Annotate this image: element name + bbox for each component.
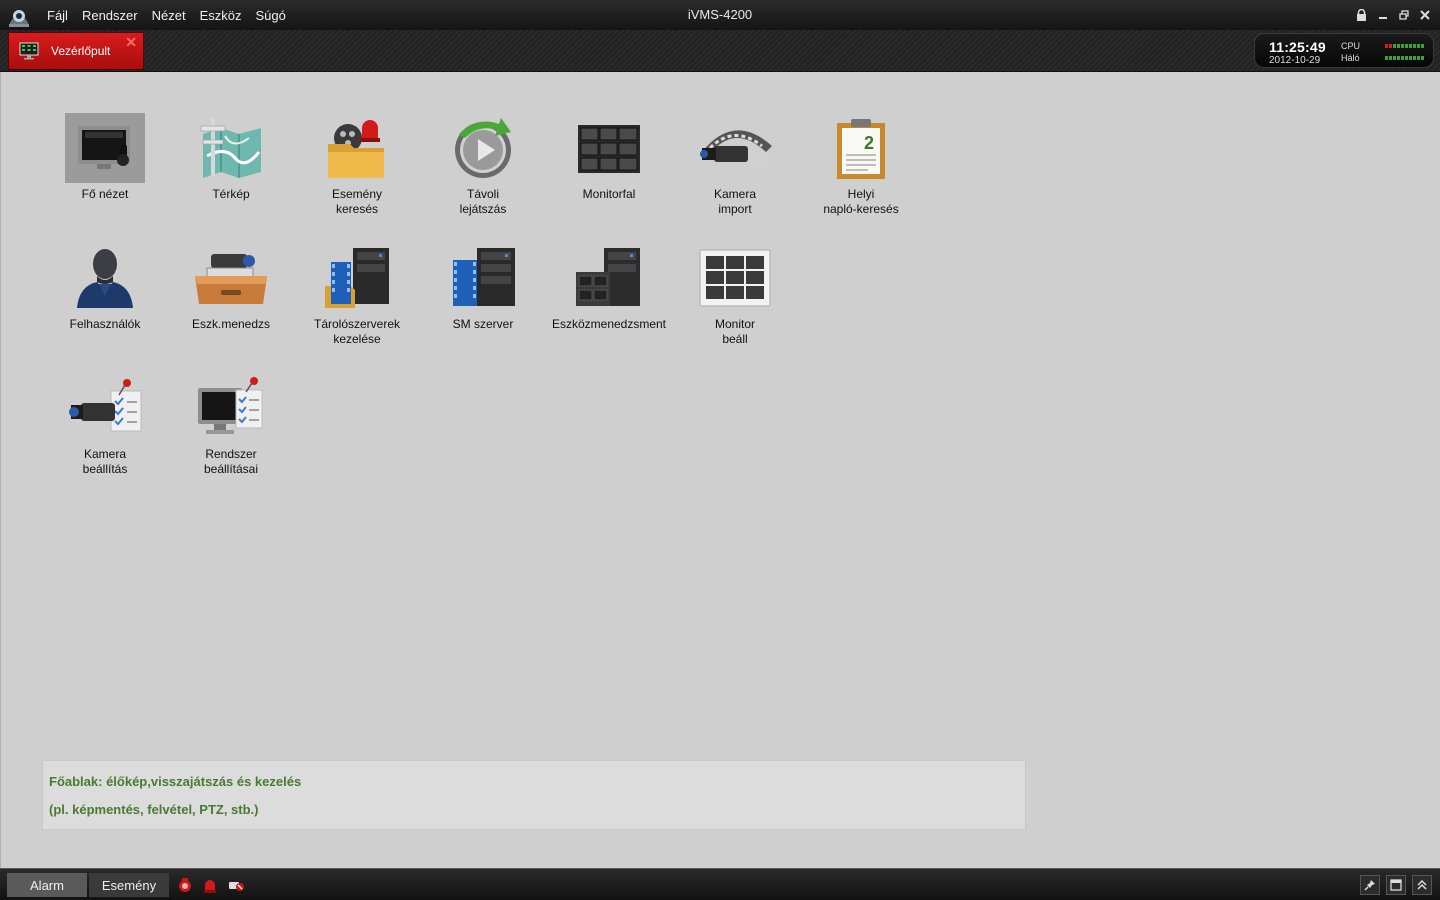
- tab-event[interactable]: Esemény: [89, 873, 169, 897]
- svg-text:2: 2: [864, 133, 874, 153]
- tile-storage-server[interactable]: Tárolószerverek kezelése: [294, 243, 420, 347]
- window-icon[interactable]: [1386, 875, 1406, 895]
- device-management-icon: [191, 243, 271, 313]
- tile-label: Távoli lejátszás: [459, 187, 507, 216]
- camera-import-icon: [695, 113, 775, 183]
- bottom-bar: Alarm Esemény: [0, 868, 1440, 900]
- tile-label: Fő nézet: [81, 187, 129, 201]
- tile-label: Rendszer beállításai: [203, 447, 259, 476]
- close-icon[interactable]: [1415, 5, 1434, 24]
- tile-label: Kamera beállítás: [82, 447, 128, 476]
- tile-event-search[interactable]: Esemény keresés: [294, 113, 420, 217]
- description-line-2: (pl. képmentés, felvétel, PTZ, stb.): [49, 802, 259, 817]
- menu-help[interactable]: Súgó: [248, 8, 292, 23]
- tile-system-settings[interactable]: Rendszer beállításai: [168, 373, 294, 477]
- sm-server-icon: [443, 243, 523, 313]
- tile-main-view[interactable]: Fő nézet: [42, 113, 168, 202]
- tile-label: Esemény keresés: [331, 187, 383, 216]
- description-line-1: Főablak: élőkép,visszajátszás és kezelés: [49, 774, 302, 789]
- tile-users[interactable]: Felhasználók: [42, 243, 168, 332]
- system-settings-icon: [191, 373, 271, 443]
- menu-system[interactable]: Rendszer: [75, 8, 145, 23]
- title-bar: Fájl Rendszer Nézet Eszköz Súgó iVMS-420…: [0, 0, 1440, 30]
- app-logo-icon: [9, 10, 29, 27]
- tile-camera-settings[interactable]: Kamera beállítás: [42, 373, 168, 477]
- tile-label: Monitor beáll: [714, 317, 755, 346]
- menu-view[interactable]: Nézet: [145, 8, 193, 23]
- alarm-camera-icon[interactable]: [177, 877, 193, 893]
- tile-label: Kamera import: [713, 187, 757, 216]
- description-panel: Főablak: élőkép,visszajátszás és kezelés…: [42, 760, 1026, 830]
- expand-up-icon[interactable]: [1412, 875, 1432, 895]
- tab-close-icon[interactable]: ✕: [125, 35, 137, 49]
- tile-map[interactable]: Térkép: [168, 113, 294, 202]
- alarm-mute-icon[interactable]: [228, 877, 244, 893]
- video-wall-icon: [569, 113, 649, 183]
- tile-label: Helyi napló-keresés: [823, 187, 899, 216]
- tile-label: Tárolószerverek kezelése: [313, 317, 401, 346]
- menu-bar: Fájl Rendszer Nézet Eszköz Súgó: [40, 0, 293, 30]
- bottom-controls: [1360, 875, 1432, 895]
- pin-icon[interactable]: [1360, 875, 1380, 895]
- clock-date: 2012-10-29: [1269, 55, 1321, 66]
- clock-time: 11:25:49: [1269, 39, 1326, 55]
- cpu-meter: [1385, 44, 1424, 48]
- monitor-settings-icon: [695, 243, 775, 313]
- menu-tools[interactable]: Eszköz: [193, 8, 249, 23]
- event-search-icon: [317, 113, 397, 183]
- remote-playback-icon: [443, 113, 523, 183]
- restore-icon[interactable]: [1394, 5, 1413, 24]
- device-manager-icon: [569, 243, 649, 313]
- map-icon: [191, 113, 271, 183]
- tile-label: Monitorfal: [582, 187, 636, 201]
- main-view-icon: [65, 113, 145, 183]
- cpu-label: CPU: [1341, 41, 1361, 51]
- tile-device-management[interactable]: Eszk.menedzs: [168, 243, 294, 332]
- lock-icon[interactable]: [1352, 5, 1371, 24]
- tile-camera-import[interactable]: Kamera import: [672, 113, 798, 217]
- local-log-search-icon: 2: [821, 113, 901, 183]
- control-panel-icon: [19, 42, 39, 60]
- tile-monitor-settings[interactable]: Monitor beáll: [672, 243, 798, 347]
- window-controls: [1352, 5, 1434, 24]
- tile-label: Eszközmenedzsment: [551, 317, 667, 331]
- status-panel: 11:25:49 2012-10-29 CPU Háló: [1254, 33, 1434, 68]
- tile-sm-server[interactable]: SM szerver: [420, 243, 546, 332]
- tile-label: Eszk.menedzs: [191, 317, 271, 331]
- alarm-siren-icon[interactable]: [202, 877, 218, 893]
- tab-label: Vezérlőpult: [51, 44, 111, 58]
- network-meter: [1385, 56, 1424, 60]
- tile-device-manager[interactable]: Eszközmenedzsment: [546, 243, 672, 332]
- users-icon: [65, 243, 145, 313]
- tile-label: Térkép: [212, 187, 250, 201]
- camera-settings-icon: [65, 373, 145, 443]
- minimize-icon[interactable]: [1373, 5, 1392, 24]
- control-panel-main: Fő nézet Térkép Esemény keresés Távoli l…: [0, 72, 1440, 868]
- menu-file[interactable]: Fájl: [40, 8, 75, 23]
- tile-local-log-search[interactable]: 2 Helyi napló-keresés: [798, 113, 924, 217]
- tile-label: SM szerver: [452, 317, 514, 331]
- storage-server-icon: [317, 243, 397, 313]
- tile-video-wall[interactable]: Monitorfal: [546, 113, 672, 202]
- tab-strip: Vezérlőpult ✕ 11:25:49 2012-10-29 CPU Há…: [0, 30, 1440, 72]
- tile-remote-playback[interactable]: Távoli lejátszás: [420, 113, 546, 217]
- tab-alarm[interactable]: Alarm: [7, 873, 87, 897]
- tile-label: Felhasználók: [69, 317, 141, 331]
- tab-control-panel[interactable]: Vezérlőpult ✕: [8, 32, 144, 70]
- network-label: Háló: [1341, 53, 1360, 63]
